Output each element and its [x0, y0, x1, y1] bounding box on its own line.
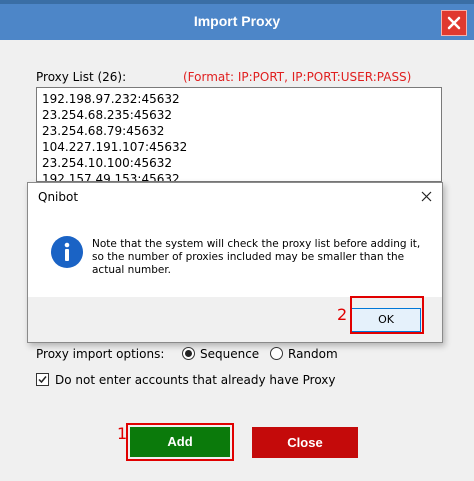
close-icon	[447, 16, 461, 30]
proxy-entry: 192.198.97.232:45632	[42, 92, 180, 106]
info-icon	[51, 236, 83, 268]
import-options-label: Proxy import options:	[36, 347, 165, 361]
title-bar: Import Proxy	[0, 4, 474, 40]
proxy-entry: 23.254.68.79:45632	[42, 124, 165, 138]
proxy-entry: 23.254.10.100:45632	[42, 156, 173, 170]
window-close-button[interactable]	[441, 10, 467, 36]
dialog-close-button[interactable]	[416, 187, 436, 205]
add-button[interactable]: Add	[130, 427, 230, 457]
checkmark-icon	[38, 376, 47, 384]
skip-accounts-checkbox[interactable]	[36, 373, 49, 386]
dialog-message: Note that the system will check the prox…	[92, 238, 421, 276]
skip-accounts-label: Do not enter accounts that already have …	[55, 373, 336, 387]
proxy-list-label: Proxy List (26):	[36, 70, 127, 84]
proxy-entry: 104.227.191.107:45632	[42, 140, 188, 154]
close-button[interactable]: Close	[252, 427, 358, 458]
step-2-marker: 2	[337, 305, 348, 324]
ok-highlight-box	[350, 296, 424, 334]
proxy-list-textarea[interactable]: 192.198.97.232:45632 23.254.68.235:45632…	[36, 87, 442, 182]
random-radio[interactable]	[270, 347, 283, 360]
close-icon	[421, 191, 431, 201]
proxy-entry: 23.254.68.235:45632	[42, 108, 173, 122]
sequence-label: Sequence	[200, 347, 260, 361]
random-label: Random	[288, 347, 338, 361]
dialog-title: Qnibot	[38, 190, 79, 204]
proxy-entry: 192.157.49.153:45632	[42, 172, 180, 182]
window-title: Import Proxy	[193, 13, 281, 29]
format-hint: (Format: IP:PORT, IP:PORT:USER:PASS)	[183, 70, 412, 84]
sequence-radio[interactable]	[182, 347, 195, 360]
